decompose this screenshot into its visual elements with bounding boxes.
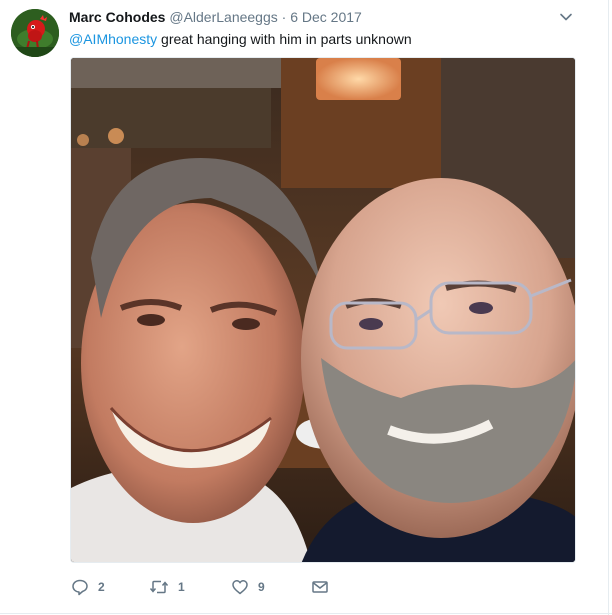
tweet-header: Marc Cohodes @AlderLaneeggs · 6 Dec 2017 (69, 8, 362, 26)
tweet-photo[interactable] (70, 57, 576, 563)
retweet-icon (149, 580, 169, 594)
tweet-body: great hanging with him in parts unknown (157, 31, 412, 47)
heart-icon (232, 580, 248, 595)
divider (0, 613, 612, 614)
retweet-count: 1 (178, 580, 185, 594)
tweet[interactable]: Marc Cohodes @AlderLaneeggs · 6 Dec 2017… (0, 0, 612, 615)
tweet-text: @AIMhonesty great hanging with him in pa… (69, 30, 412, 48)
reply-count: 2 (98, 580, 105, 594)
chevron-down-icon (560, 13, 572, 21)
rooster-avatar-icon (11, 9, 59, 57)
reply-icon (72, 579, 88, 596)
mention-link[interactable]: @AIMhonesty (69, 31, 157, 47)
like-count: 9 (258, 580, 265, 594)
retweet-button[interactable]: 1 (149, 576, 185, 598)
more-options-button[interactable] (559, 10, 573, 24)
selfie-photo-image (71, 58, 575, 562)
tweet-date[interactable]: 6 Dec 2017 (290, 9, 362, 25)
avatar[interactable] (11, 9, 59, 57)
separator-dot: · (281, 9, 287, 25)
direct-message-button[interactable] (311, 576, 329, 598)
author-name[interactable]: Marc Cohodes (69, 9, 165, 25)
like-button[interactable]: 9 (231, 576, 265, 598)
divider (608, 0, 609, 615)
envelope-icon (312, 581, 328, 593)
author-handle[interactable]: @AlderLaneeggs (169, 9, 277, 25)
reply-button[interactable]: 2 (71, 576, 105, 598)
